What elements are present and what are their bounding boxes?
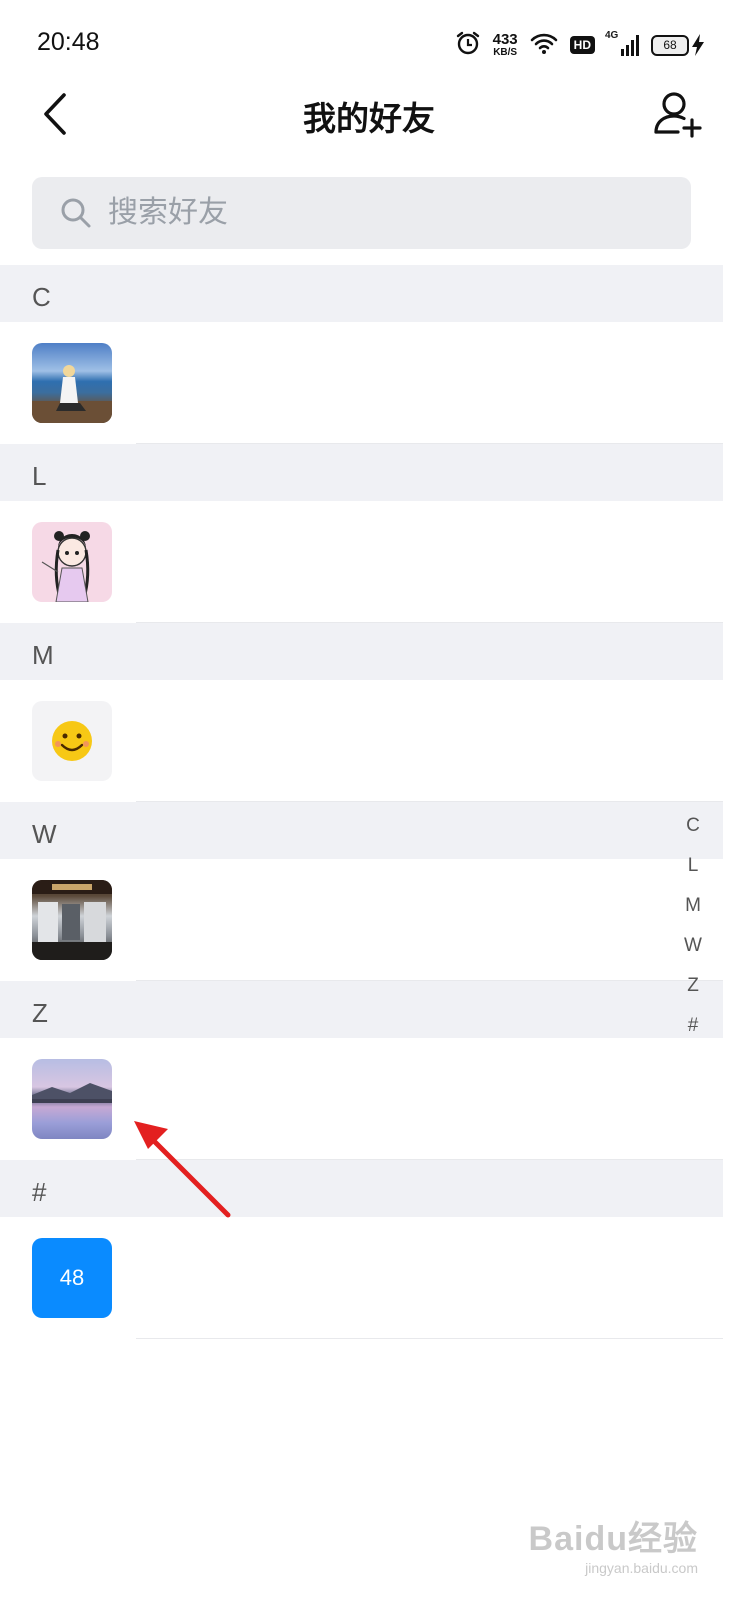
watermark-url: jingyan.baidu.com <box>585 1560 698 1576</box>
friend-avatar[interactable] <box>32 880 112 960</box>
friend-avatar[interactable] <box>32 522 112 602</box>
alarm-icon <box>455 30 481 61</box>
battery-icon: 68 <box>651 34 704 56</box>
section-header-m: M <box>0 623 723 680</box>
section-header-z: Z <box>0 981 723 1038</box>
friend-avatar[interactable] <box>32 343 112 423</box>
section-header-l: L <box>0 444 723 501</box>
friend-avatar[interactable] <box>32 701 112 781</box>
friend-row[interactable] <box>0 859 723 981</box>
watermark-brand: Baidu经验 <box>528 1520 698 1558</box>
page-title: 我的好友 <box>303 100 435 137</box>
battery-level: 68 <box>651 34 689 56</box>
status-time: 20:48 <box>37 28 100 56</box>
status-bar: 20:48 433 KB/S HD 4G 68 <box>0 0 738 90</box>
add-friend-icon <box>654 92 702 138</box>
index-letter-hash[interactable]: # <box>676 1006 710 1046</box>
add-friend-button[interactable] <box>652 88 706 142</box>
net-speed-unit: KB/S <box>493 47 518 58</box>
status-icons: 433 KB/S HD 4G 68 <box>455 30 704 60</box>
index-letter-c[interactable]: C <box>676 806 710 846</box>
friend-row[interactable] <box>0 322 723 444</box>
section-header-hash: # <box>0 1160 723 1217</box>
wifi-icon <box>530 31 558 60</box>
index-letter-m[interactable]: M <box>676 886 710 926</box>
friend-row[interactable]: 48 <box>0 1217 723 1339</box>
hd-icon: HD <box>569 36 595 54</box>
cell-signal-icon: 4G <box>605 30 639 56</box>
network-type: 4G <box>605 30 619 41</box>
annotation-arrow-icon <box>134 1121 231 1218</box>
friend-avatar[interactable] <box>32 1059 112 1139</box>
alphabet-index[interactable]: C L M W Z # <box>676 806 710 1046</box>
friend-row[interactable] <box>0 680 723 802</box>
search-icon <box>61 198 91 228</box>
index-letter-l[interactable]: L <box>676 846 710 886</box>
section-header-c: C <box>0 265 723 322</box>
header: 我的好友 <box>0 78 738 150</box>
index-letter-z[interactable]: Z <box>676 966 710 1006</box>
search-input[interactable] <box>108 191 668 235</box>
index-letter-w[interactable]: W <box>676 926 710 966</box>
net-speed-value: 433 <box>492 31 518 48</box>
friend-row[interactable] <box>0 1038 723 1160</box>
net-speed: 433 KB/S <box>493 32 518 58</box>
friend-row[interactable] <box>0 501 723 623</box>
baidu-watermark: Baidu经验 jingyan.baidu.com <box>529 1511 698 1576</box>
friend-avatar[interactable]: 48 <box>32 1238 112 1318</box>
charging-icon <box>692 34 704 56</box>
section-header-w: W <box>0 802 723 859</box>
search-box[interactable] <box>32 177 691 249</box>
friends-list: C L M W Z # 48 <box>0 265 723 1339</box>
